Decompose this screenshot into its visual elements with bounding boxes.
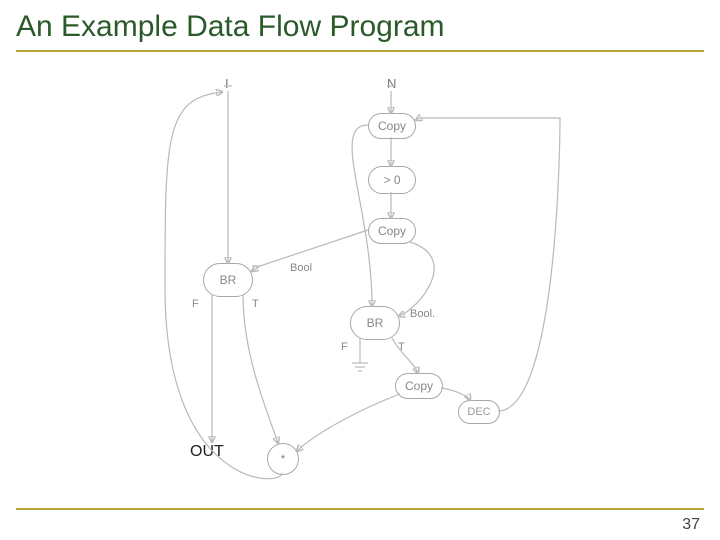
input-I-label: I [225,76,229,91]
diagram-stage: I N Copy > 0 Copy BR BR Copy DEC * Bool … [0,58,720,508]
node-copy-mid: Copy [368,218,416,244]
page-title: An Example Data Flow Program [0,0,720,50]
output-label: OUT [190,443,224,461]
branch2-T: T [398,341,405,353]
node-gt0: > 0 [368,166,416,194]
node-mul: * [267,443,299,475]
branch1-F: F [192,298,199,310]
node-dec: DEC [458,400,500,424]
branch2-F: F [341,341,348,353]
node-copy-top: Copy [368,113,416,139]
bool-label-2: Bool. [410,308,435,320]
node-br-left: BR [203,263,253,297]
title-rule [16,50,704,52]
page-number: 37 [682,516,700,534]
wires [0,58,720,508]
footer-rule [16,508,704,510]
node-copy-low: Copy [395,373,443,399]
node-br-mid: BR [350,306,400,340]
input-N-label: N [387,76,396,91]
branch1-T: T [252,298,259,310]
bool-label-1: Bool [290,262,312,274]
